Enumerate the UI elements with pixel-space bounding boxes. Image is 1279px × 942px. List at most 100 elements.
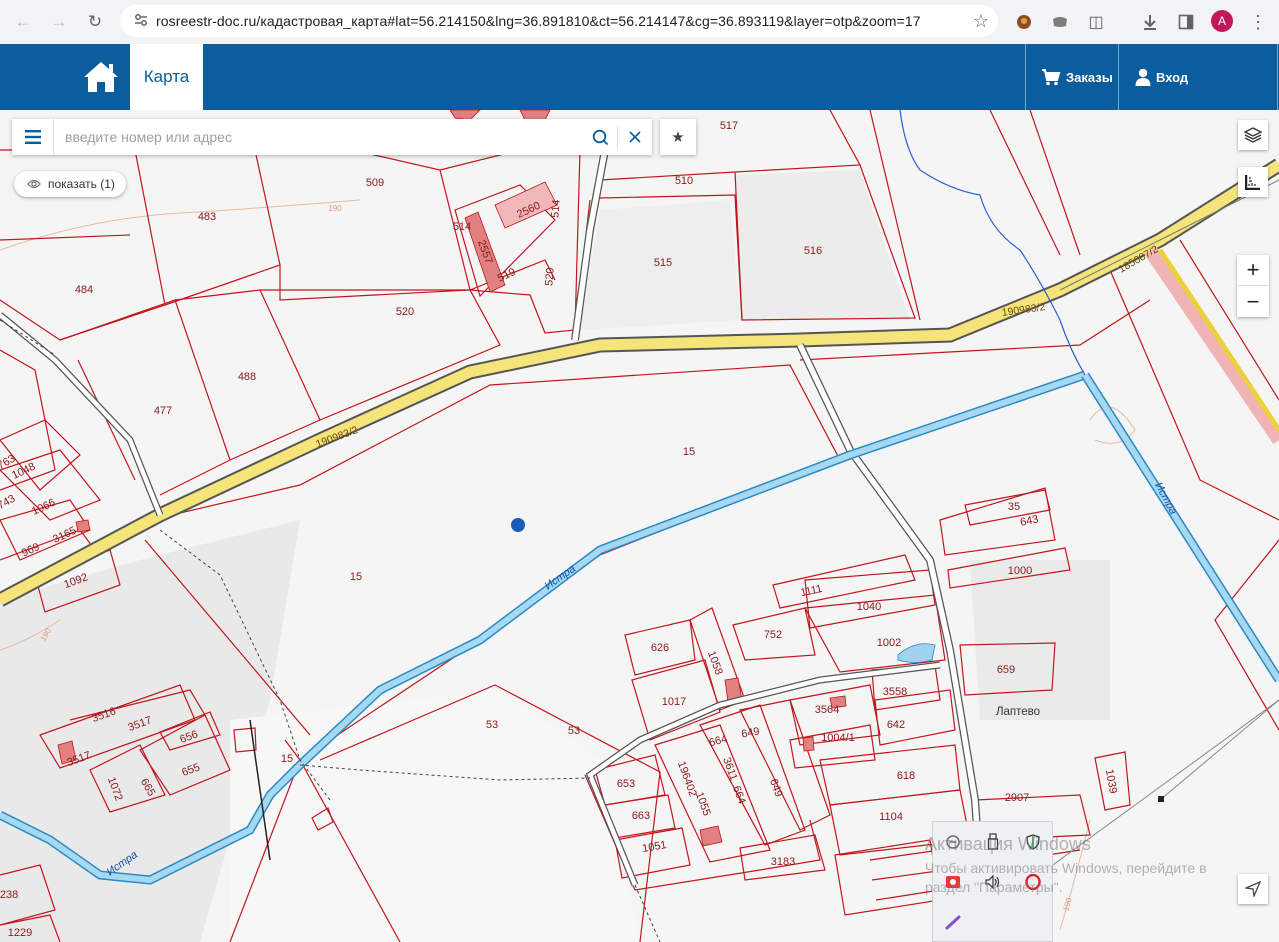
cadastral-map[interactable]: 517 510 509 2560 514 2557 519 520 515 51…	[0, 110, 1279, 942]
login-button[interactable]: Вход	[1135, 44, 1188, 110]
pen-app-icon[interactable]	[942, 911, 964, 933]
usb-icon[interactable]	[982, 831, 1004, 853]
parcel-label: 1104	[879, 811, 903, 823]
orders-button[interactable]: Заказы	[1041, 44, 1113, 110]
parcel-label: 1017	[662, 696, 686, 708]
parcel-label: 3558	[883, 686, 907, 698]
menu-button[interactable]	[12, 119, 54, 155]
eye-icon	[27, 179, 41, 189]
parcel-label: 514	[453, 221, 471, 233]
bookmark-star-icon[interactable]: ☆	[964, 11, 998, 32]
side-panel-icon[interactable]	[1172, 8, 1200, 36]
parcel-label: 510	[675, 175, 693, 187]
parcel-label: 3183	[771, 856, 795, 868]
parcel-label: 659	[997, 664, 1015, 676]
parcel-label: 626	[651, 642, 669, 654]
system-tray-overflow	[932, 821, 1053, 942]
tray-red-app-icon[interactable]	[942, 871, 964, 893]
extension-icon[interactable]	[1046, 8, 1074, 36]
parcel-label: 488	[238, 371, 256, 383]
search-input[interactable]	[54, 120, 583, 154]
zoom-control: + −	[1237, 255, 1269, 317]
forward-icon[interactable]: →	[44, 7, 74, 37]
parcel-label: 15	[350, 571, 362, 583]
contour-label: 190	[328, 204, 342, 213]
address-bar[interactable]: rosreestr-doc.ru/кадастровая_карта#lat=5…	[120, 5, 998, 37]
parcel-label: 663	[632, 810, 650, 822]
puzzle-extensions-icon[interactable]: ◫	[1082, 8, 1110, 36]
profile-avatar[interactable]: A	[1211, 10, 1233, 32]
parcel-label: 520	[543, 267, 557, 286]
security-shield-icon[interactable]	[1022, 831, 1044, 853]
parcel-label: 515	[654, 257, 672, 269]
opera-icon[interactable]	[1022, 871, 1044, 893]
header-divider	[1025, 44, 1026, 110]
header-divider	[1118, 44, 1119, 110]
zoom-out-button[interactable]: −	[1237, 286, 1269, 317]
parcel-label: 483	[198, 211, 216, 223]
parcel-label: 642	[887, 719, 905, 731]
favorites-button[interactable]: ★	[660, 119, 696, 155]
parcel-label: 752	[764, 629, 782, 641]
locate-button[interactable]	[1238, 874, 1268, 904]
parcel-label: 238	[0, 889, 18, 901]
search-icon	[592, 129, 608, 145]
site-settings-icon[interactable]	[126, 12, 156, 31]
speaker-icon[interactable]	[982, 871, 1004, 893]
home-icon[interactable]	[80, 58, 122, 96]
user-icon	[1135, 68, 1151, 86]
app-header: Карта Заказы Вход	[0, 44, 1279, 110]
more-menu-icon[interactable]: ⋮	[1244, 8, 1272, 36]
parcel-label: 15	[683, 446, 695, 458]
show-objects-button[interactable]: показать (1)	[14, 171, 126, 197]
parcel-label: 15	[281, 753, 293, 765]
page-root: ← → ↻ rosreestr-doc.ru/кадастровая_карта…	[0, 0, 1279, 942]
ruler-icon	[1245, 175, 1260, 190]
parcel-label: 520	[396, 306, 414, 318]
parcel-label: 53	[568, 725, 580, 737]
parcel-label: 53	[486, 719, 498, 731]
parcel-label: 1002	[877, 637, 901, 649]
parcel-label: 1229	[8, 927, 32, 939]
clear-search-button[interactable]	[618, 119, 652, 155]
parcel-label: 1000	[1008, 565, 1032, 577]
parcel-label: 2907	[1005, 792, 1029, 804]
parcel-label: 516	[804, 245, 822, 257]
parcel-label: 477	[154, 405, 172, 417]
tab-map[interactable]: Карта	[130, 44, 203, 110]
star-icon: ★	[671, 129, 685, 146]
search-button[interactable]	[583, 119, 617, 155]
reload-icon[interactable]: ↻	[80, 7, 110, 37]
parcel-label: 484	[75, 284, 93, 296]
ruler-button[interactable]	[1238, 167, 1268, 197]
zoom-in-button[interactable]: +	[1237, 255, 1269, 286]
parcel-label: 618	[897, 770, 915, 782]
extension-icon[interactable]	[1010, 8, 1038, 36]
cart-icon	[1042, 69, 1061, 86]
hamburger-icon	[24, 130, 41, 144]
parcel-label: 35	[1008, 501, 1020, 513]
navigation-arrow-icon	[1245, 881, 1261, 897]
download-icon[interactable]	[1136, 8, 1164, 36]
selected-point-marker[interactable]	[511, 518, 525, 532]
parcel-label: 514	[549, 199, 563, 218]
header-divider	[1277, 44, 1278, 110]
tray-app-icon[interactable]	[942, 831, 964, 853]
back-icon[interactable]: ←	[8, 7, 38, 37]
layers-button[interactable]	[1238, 120, 1268, 150]
parcel-label: 653	[617, 778, 635, 790]
layers-icon	[1244, 127, 1262, 143]
map-canvas[interactable]: 517 510 509 2560 514 2557 519 520 515 51…	[0, 110, 1279, 942]
browser-toolbar: ← → ↻ rosreestr-doc.ru/кадастровая_карта…	[0, 0, 1279, 44]
parcel-label: 509	[366, 177, 384, 189]
close-icon	[629, 131, 641, 143]
parcel-label: 517	[720, 120, 738, 132]
url-text[interactable]: rosreestr-doc.ru/кадастровая_карта#lat=5…	[156, 13, 964, 29]
parcel-label: 1004/1	[821, 732, 855, 744]
show-objects-label: показать (1)	[48, 177, 115, 191]
parcel-label: 1040	[857, 601, 881, 613]
login-label: Вход	[1156, 69, 1189, 85]
parcel-label: 3564	[815, 704, 839, 716]
place-label: Лаптево	[996, 706, 1040, 718]
search-panel	[12, 119, 652, 155]
